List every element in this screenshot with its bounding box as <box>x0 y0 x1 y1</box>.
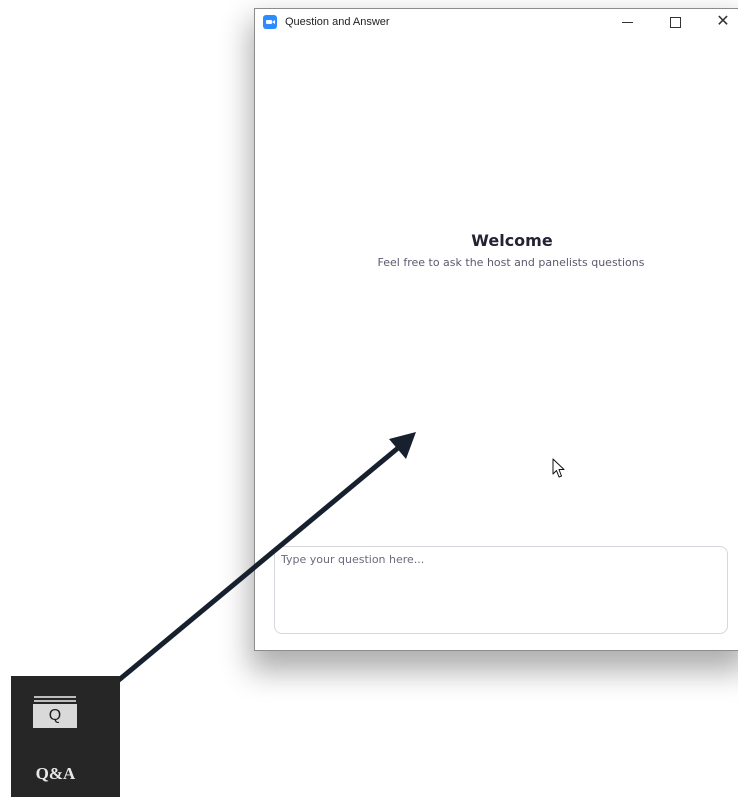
window-titlebar[interactable]: Question and Answer ✕ <box>255 9 738 39</box>
qa-toolbar-button[interactable]: Q Q&A <box>11 676 120 797</box>
minimize-icon <box>621 21 633 23</box>
welcome-subtitle: Feel free to ask the host and panelists … <box>377 256 645 269</box>
maximize-icon <box>669 16 681 28</box>
mouse-cursor-icon <box>552 458 565 478</box>
qa-icon: Q <box>33 696 77 728</box>
qa-button-label: Q&A <box>35 764 76 783</box>
welcome-message: Welcome Feel free to ask the host and pa… <box>255 231 738 269</box>
qa-icon-card: Q <box>33 704 77 728</box>
welcome-title: Welcome <box>471 231 553 250</box>
close-button[interactable]: ✕ <box>701 9 738 39</box>
qa-icon-tab <box>34 700 76 702</box>
qa-window: Question and Answer ✕ Welcome Feel free … <box>254 8 738 651</box>
question-box[interactable] <box>274 546 728 634</box>
window-title: Question and Answer <box>285 16 390 28</box>
minimize-button[interactable] <box>605 9 649 39</box>
maximize-button[interactable] <box>653 9 697 39</box>
question-input[interactable] <box>281 553 721 627</box>
zoom-app-icon <box>263 15 277 29</box>
qa-icon-tab <box>34 696 76 698</box>
close-icon: ✕ <box>716 11 730 30</box>
